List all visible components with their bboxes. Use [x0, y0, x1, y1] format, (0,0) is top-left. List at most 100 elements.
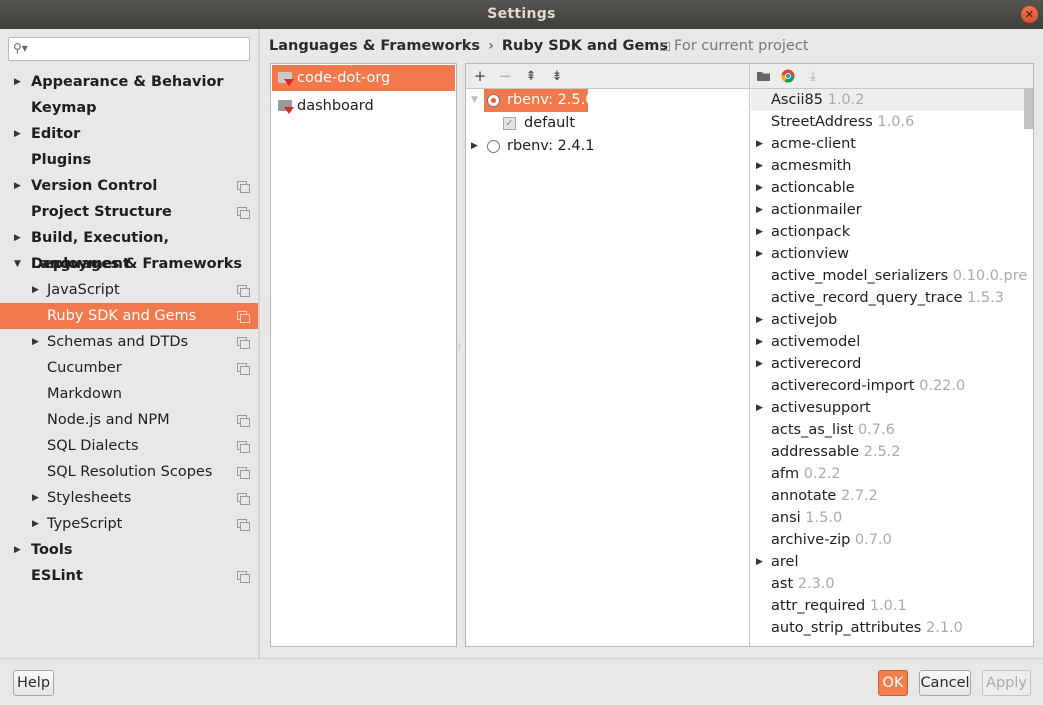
expanded-arrow-icon[interactable]: ▼ — [14, 251, 21, 277]
gem-row[interactable]: ▶ arel — [751, 551, 1033, 573]
collapsed-arrow-icon[interactable]: ▶ — [32, 511, 39, 537]
collapse-all-icon[interactable]: ⇟ — [548, 64, 566, 89]
sidebar-item-tools[interactable]: ▶ Tools — [0, 537, 258, 563]
interpreter-rbenv-2-5-0[interactable]: ▼ rbenv: 2.5.0 — [467, 89, 749, 112]
download-icon[interactable]: ⤓ — [804, 64, 822, 89]
sidebar-item-editor[interactable]: ▶ Editor — [0, 121, 258, 147]
collapsed-arrow-icon[interactable]: ▶ — [32, 329, 39, 355]
sidebar-item-ruby-sdk-and-gems[interactable]: Ruby SDK and Gems — [0, 303, 258, 329]
project-scope-icon — [237, 441, 250, 453]
gem-row[interactable]: ▶ activesupport — [751, 397, 1033, 419]
sidebar-item-schemas-and-dtds[interactable]: ▶ Schemas and DTDs — [0, 329, 258, 355]
collapsed-arrow-icon[interactable]: ▶ — [14, 537, 21, 563]
sidebar-item-stylesheets[interactable]: ▶ Stylesheets — [0, 485, 258, 511]
gem-row[interactable]: ▶ actionmailer — [751, 199, 1033, 221]
collapsed-arrow-icon[interactable]: ▶ — [14, 173, 21, 199]
help-button[interactable]: Help — [13, 670, 54, 696]
collapsed-arrow-icon[interactable]: ▶ — [756, 353, 763, 375]
gem-row[interactable]: ▶ actionview — [751, 243, 1033, 265]
collapsed-arrow-icon[interactable]: ▶ — [756, 397, 763, 419]
collapsed-arrow-icon[interactable]: ▶ — [756, 221, 763, 243]
sidebar-item-keymap[interactable]: Keymap — [0, 95, 258, 121]
default-checkbox[interactable]: ✓ — [503, 117, 516, 130]
sidebar-item-javascript[interactable]: ▶ JavaScript — [0, 277, 258, 303]
collapsed-arrow-icon[interactable]: ▶ — [32, 485, 39, 511]
gem-row[interactable]: ▶ actioncable — [751, 177, 1033, 199]
expanded-arrow-icon[interactable]: ▼ — [471, 89, 478, 112]
gem-name: activejob — [771, 312, 838, 328]
sidebar-item-cucumber[interactable]: Cucumber — [0, 355, 258, 381]
collapsed-arrow-icon[interactable]: ▶ — [756, 199, 763, 221]
interpreter-radio[interactable] — [487, 94, 500, 107]
collapsed-arrow-icon[interactable]: ▶ — [471, 135, 478, 158]
sidebar-item-sql-resolution-scopes[interactable]: SQL Resolution Scopes — [0, 459, 258, 485]
breadcrumb-parent: Languages & Frameworks — [269, 38, 481, 54]
collapsed-arrow-icon[interactable]: ▶ — [756, 551, 763, 573]
gem-row[interactable]: active_record_query_trace 1.5.3 — [751, 287, 1033, 309]
gem-row[interactable]: Ascii85 1.0.2 — [751, 89, 1033, 111]
gem-row[interactable]: ansi 1.5.0 — [751, 507, 1033, 529]
collapsed-arrow-icon[interactable]: ▶ — [756, 331, 763, 353]
gem-row[interactable]: archive-zip 0.7.0 — [751, 529, 1033, 551]
gem-row[interactable]: addressable 2.5.2 — [751, 441, 1033, 463]
gem-name: arel — [771, 554, 799, 570]
collapsed-arrow-icon[interactable]: ▶ — [756, 243, 763, 265]
sidebar-item-sql-dialects[interactable]: SQL Dialects — [0, 433, 258, 459]
collapsed-arrow-icon[interactable]: ▶ — [756, 155, 763, 177]
interpreter-default[interactable]: ✓ default — [467, 112, 749, 135]
gem-row[interactable]: ▶ acme-client — [751, 133, 1033, 155]
collapsed-arrow-icon[interactable]: ▶ — [32, 277, 39, 303]
project-scope-icon — [237, 467, 250, 479]
expand-all-icon[interactable]: ⇞ — [522, 64, 540, 89]
gem-row[interactable]: ▶ actionpack — [751, 221, 1033, 243]
gem-row[interactable]: ast 2.3.0 — [751, 573, 1033, 595]
sidebar-item-version-control[interactable]: ▶ Version Control — [0, 173, 258, 199]
gem-row[interactable]: ▶ acmesmith — [751, 155, 1033, 177]
cancel-button[interactable]: Cancel — [919, 670, 971, 696]
gem-row[interactable]: attr_required 1.0.1 — [751, 595, 1033, 617]
sidebar-item-project-structure[interactable]: Project Structure — [0, 199, 258, 225]
gem-row[interactable]: acts_as_list 0.7.6 — [751, 419, 1033, 441]
collapsed-arrow-icon[interactable]: ▶ — [14, 121, 21, 147]
browser-icon[interactable] — [779, 64, 797, 89]
add-sdk-button[interactable]: + — [471, 64, 489, 89]
sidebar-item-languages-frameworks[interactable]: ▼ Languages & Frameworks — [0, 251, 258, 277]
sidebar-item-appearance-behavior[interactable]: ▶ Appearance & Behavior — [0, 69, 258, 95]
gem-row[interactable]: activerecord-import 0.22.0 — [751, 375, 1033, 397]
remove-sdk-button[interactable]: − — [496, 64, 514, 89]
sidebar-item-eslint[interactable]: ESLint — [0, 563, 258, 589]
search-input[interactable]: ⚲▾ — [8, 37, 250, 61]
collapsed-arrow-icon[interactable]: ▶ — [14, 69, 21, 95]
gem-row[interactable]: auto_strip_attributes 2.1.0 — [751, 617, 1033, 639]
sidebar-item-build-execution-deployment[interactable]: ▶ Build, Execution, Deployment — [0, 225, 258, 272]
interpreter-label: rbenv: 2.4.1 — [507, 138, 595, 154]
gem-row[interactable]: annotate 2.7.2 — [751, 485, 1033, 507]
panel-resize-grip[interactable]: ⁞ — [458, 343, 462, 359]
sidebar-item-node-js-and-npm[interactable]: Node.js and NPM — [0, 407, 258, 433]
interpreter-rbenv-2-4-1[interactable]: ▶ rbenv: 2.4.1 — [467, 135, 749, 158]
collapsed-arrow-icon[interactable]: ▶ — [756, 133, 763, 155]
module-item-code-dot-org[interactable]: code-dot-org — [272, 65, 455, 91]
open-folder-icon[interactable] — [755, 64, 773, 89]
module-item-dashboard[interactable]: dashboard — [272, 93, 455, 119]
sidebar-item-plugins[interactable]: Plugins — [0, 147, 258, 173]
sidebar-splitter[interactable] — [258, 29, 260, 658]
gem-name: activemodel — [771, 334, 861, 350]
gem-row[interactable]: ▶ activejob — [751, 309, 1033, 331]
close-window-button[interactable]: ✕ — [1021, 6, 1038, 23]
gem-row[interactable]: StreetAddress 1.0.6 — [751, 111, 1033, 133]
apply-button[interactable]: Apply — [982, 670, 1031, 696]
collapsed-arrow-icon[interactable]: ▶ — [756, 177, 763, 199]
interpreter-radio[interactable] — [487, 140, 500, 153]
collapsed-arrow-icon[interactable]: ▶ — [756, 309, 763, 331]
sidebar-item-markdown[interactable]: Markdown — [0, 381, 258, 407]
gem-row[interactable]: afm 0.2.2 — [751, 463, 1033, 485]
gem-row[interactable]: ▶ activemodel — [751, 331, 1033, 353]
ok-button[interactable]: OK — [878, 670, 908, 696]
collapsed-arrow-icon[interactable]: ▶ — [14, 225, 21, 251]
sidebar-item-typescript[interactable]: ▶ TypeScript — [0, 511, 258, 537]
gem-list-scrollbar[interactable] — [1024, 89, 1033, 129]
project-scope-icon — [660, 42, 670, 51]
gem-row[interactable]: ▶ activerecord — [751, 353, 1033, 375]
gem-row[interactable]: active_model_serializers 0.10.0.pre — [751, 265, 1033, 287]
